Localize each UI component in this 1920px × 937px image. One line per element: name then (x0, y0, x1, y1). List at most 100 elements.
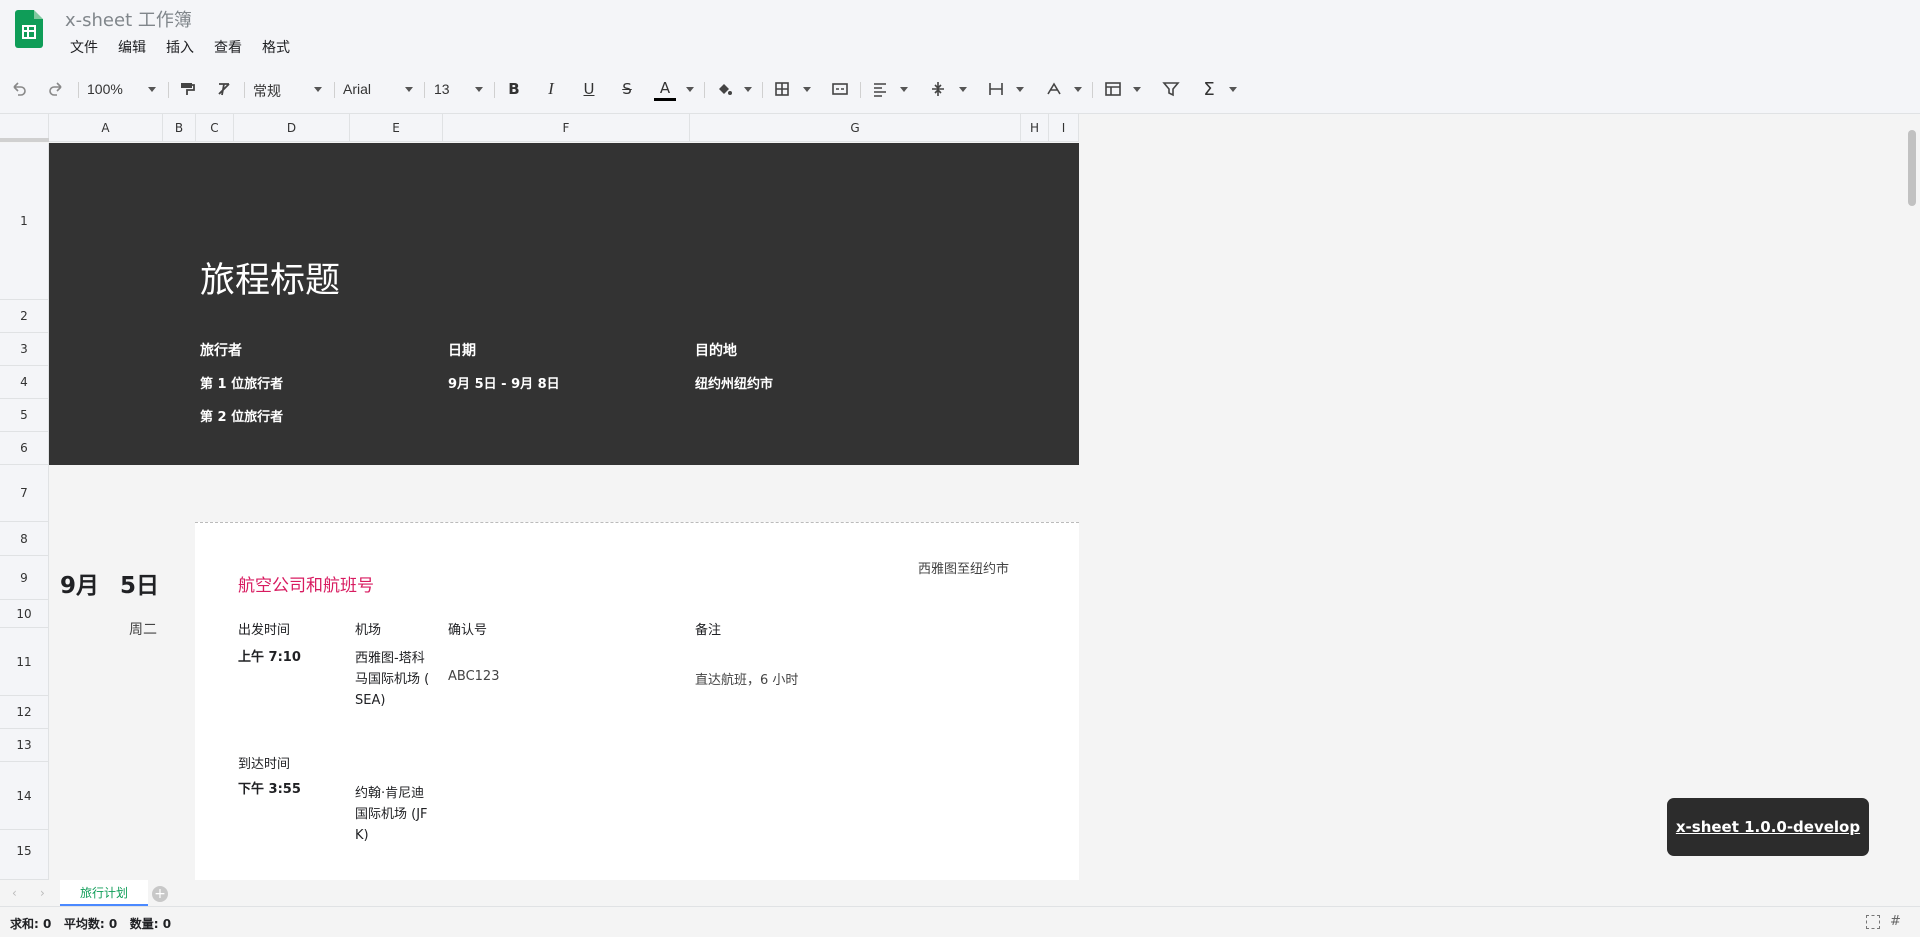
select-all-corner[interactable] (0, 114, 49, 142)
row-header-4[interactable]: 4 (0, 366, 49, 399)
menu-file[interactable]: 文件 (60, 38, 108, 58)
clear-format-icon[interactable] (213, 77, 235, 101)
row-header-11[interactable]: 11 (0, 628, 49, 696)
document-title[interactable]: x-sheet 工作簿 (65, 6, 192, 32)
col-header-g[interactable]: G (690, 114, 1021, 142)
row-header-15[interactable]: 15 (0, 830, 49, 880)
align-left-icon[interactable] (869, 77, 891, 101)
text-rotate-icon[interactable] (1043, 77, 1065, 101)
sheet-tab-travel[interactable]: 旅行计划 (60, 880, 148, 906)
grid-icon[interactable]: # (1890, 915, 1904, 929)
row-header-7[interactable]: 7 (0, 465, 49, 522)
trip-title[interactable]: 旅程标题 (200, 252, 340, 303)
arrive-time[interactable]: 下午 3:55 (238, 778, 301, 797)
borders-caret-icon[interactable] (803, 87, 811, 92)
day-weekday[interactable]: 周二 (129, 619, 157, 639)
text-color-caret-icon[interactable] (686, 87, 694, 92)
row-header-5[interactable]: 5 (0, 399, 49, 432)
font-size-select[interactable]: 13 (434, 81, 450, 97)
depart-airport[interactable]: 西雅图-塔科 马国际机场 ( SEA) (355, 648, 429, 711)
depart-time[interactable]: 上午 7:10 (238, 646, 301, 665)
font-caret-icon[interactable] (405, 87, 413, 92)
version-badge[interactable]: x-sheet 1.0.0-develop (1667, 798, 1869, 856)
text-wrap-caret-icon[interactable] (1016, 87, 1024, 92)
vertical-scrollbar[interactable] (1904, 114, 1920, 880)
fullscreen-icon[interactable] (1866, 915, 1880, 929)
redo-icon[interactable] (45, 77, 67, 101)
flight-notes[interactable]: 直达航班，6 小时 (695, 669, 798, 688)
row-header-2[interactable]: 2 (0, 300, 49, 333)
add-sheet-icon[interactable]: + (152, 886, 168, 902)
airport-label[interactable]: 机场 (355, 619, 381, 638)
row-header-8[interactable]: 8 (0, 522, 49, 556)
text-rotate-caret-icon[interactable] (1074, 87, 1082, 92)
row-header-9[interactable]: 9 (0, 556, 49, 600)
prev-sheet-icon[interactable]: ‹ (12, 886, 17, 900)
col-header-e[interactable]: E (350, 114, 443, 142)
format-caret-icon[interactable] (314, 87, 322, 92)
filter-icon[interactable] (1160, 77, 1182, 101)
col-header-i[interactable]: I (1049, 114, 1079, 142)
row-header-12[interactable]: 12 (0, 696, 49, 729)
trip-dates[interactable]: 9月 5日 - 9月 8日 (448, 373, 560, 392)
menu-format[interactable]: 格式 (252, 38, 300, 58)
undo-icon[interactable] (8, 77, 30, 101)
flight-route[interactable]: 西雅图至纽约市 (918, 558, 1009, 577)
traveler-2[interactable]: 第 2 位旅行者 (200, 406, 283, 425)
confirmation-label[interactable]: 确认号 (448, 619, 487, 638)
functions-caret-icon[interactable] (1229, 87, 1237, 92)
zoom-select[interactable]: 100% (87, 81, 123, 97)
col-header-b[interactable]: B (163, 114, 196, 142)
menu-insert[interactable]: 插入 (156, 38, 204, 58)
flight-heading[interactable]: 航空公司和航班号 (238, 571, 374, 596)
underline-icon[interactable]: U (578, 77, 600, 101)
align-caret-icon[interactable] (900, 87, 908, 92)
italic-icon[interactable]: I (540, 77, 562, 101)
fill-color-icon[interactable] (713, 77, 735, 101)
col-header-c[interactable]: C (196, 114, 234, 142)
bold-icon[interactable]: B (503, 77, 525, 101)
row-header-3[interactable]: 3 (0, 333, 49, 366)
day-month[interactable]: 9月 (60, 566, 99, 600)
destination-label[interactable]: 目的地 (695, 340, 737, 360)
functions-icon[interactable]: Σ (1198, 77, 1220, 101)
col-header-f[interactable]: F (443, 114, 690, 142)
col-header-d[interactable]: D (234, 114, 350, 142)
row-header-10[interactable]: 10 (0, 600, 49, 628)
traveler-1[interactable]: 第 1 位旅行者 (200, 373, 283, 392)
row-header-14[interactable]: 14 (0, 762, 49, 830)
col-header-h[interactable]: H (1021, 114, 1049, 142)
row-header-1[interactable]: 1 (0, 143, 49, 300)
table-caret-icon[interactable] (1133, 87, 1141, 92)
trip-destination[interactable]: 纽约州纽约市 (695, 373, 773, 392)
arrive-label[interactable]: 到达时间 (238, 753, 290, 772)
valign-icon[interactable] (927, 77, 949, 101)
col-header-a[interactable]: A (49, 114, 163, 142)
valign-caret-icon[interactable] (959, 87, 967, 92)
vertical-scrollbar-thumb[interactable] (1908, 130, 1916, 206)
text-color-icon[interactable]: A (654, 77, 676, 101)
confirmation-number[interactable]: ABC123 (448, 669, 499, 684)
spreadsheet-grid[interactable]: A B C D E F G H I 1 2 3 4 5 6 7 8 9 10 1… (0, 114, 1905, 880)
font-select[interactable]: Arial (343, 81, 371, 97)
next-sheet-icon[interactable]: › (40, 886, 45, 900)
merge-cells-icon[interactable] (829, 77, 851, 101)
date-label[interactable]: 日期 (448, 340, 476, 360)
number-format-select[interactable]: 常规 (253, 81, 281, 101)
row-header-13[interactable]: 13 (0, 729, 49, 762)
strikethrough-icon[interactable]: S (616, 77, 638, 101)
font-size-caret-icon[interactable] (475, 87, 483, 92)
menu-view[interactable]: 查看 (204, 38, 252, 58)
text-wrap-icon[interactable] (985, 77, 1007, 101)
zoom-caret-icon[interactable] (148, 87, 156, 92)
table-icon[interactable] (1102, 77, 1124, 101)
menu-edit[interactable]: 编辑 (108, 38, 156, 58)
depart-label[interactable]: 出发时间 (238, 619, 290, 638)
day-date[interactable]: 5日 (120, 566, 159, 600)
borders-icon[interactable] (771, 77, 793, 101)
arrive-airport[interactable]: 约翰·肯尼迪 国际机场 (JF K) (355, 783, 428, 846)
row-header-6[interactable]: 6 (0, 432, 49, 465)
paint-format-icon[interactable] (176, 77, 198, 101)
notes-label[interactable]: 备注 (695, 619, 721, 638)
traveler-label[interactable]: 旅行者 (200, 340, 242, 360)
